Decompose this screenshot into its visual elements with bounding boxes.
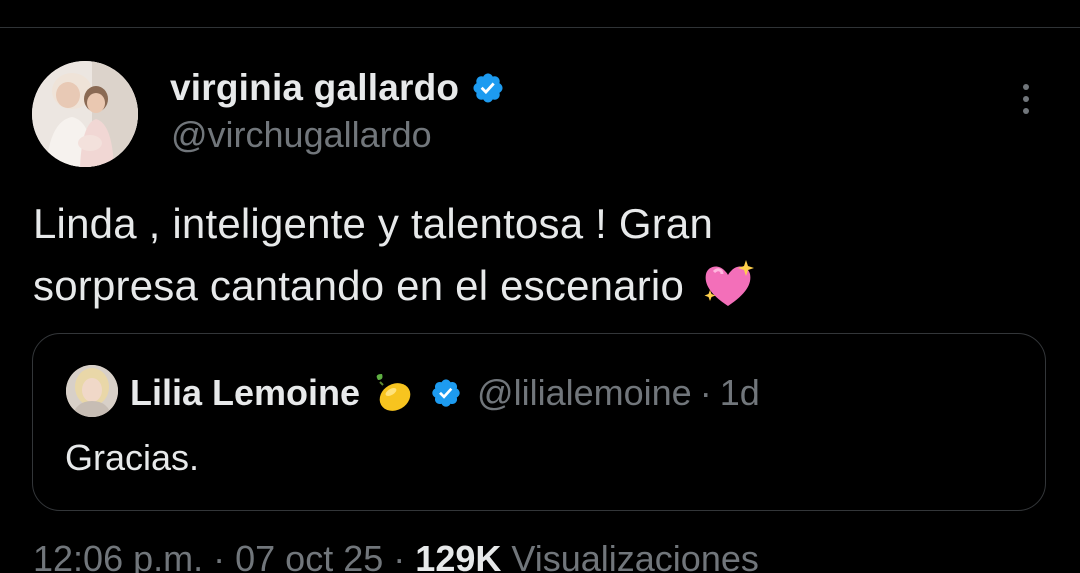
top-divider <box>0 27 1080 28</box>
more-dot-icon <box>1023 84 1029 90</box>
meta-separator: · <box>213 538 226 573</box>
avatar-photo-icon <box>32 61 138 167</box>
views-label: Visualizaciones <box>511 538 759 573</box>
more-dot-icon <box>1023 108 1029 114</box>
quoted-author-avatar[interactable] <box>66 365 118 417</box>
quoted-display-name[interactable]: Lilia Lemoine <box>130 372 360 414</box>
quoted-tweet-card[interactable]: Lilia Lemoine @lilialemoine · 1d Gracias… <box>32 333 1046 511</box>
quoted-avatar-photo-icon <box>66 365 118 417</box>
author-name-row: virginia gallardo <box>170 64 505 112</box>
more-options-button[interactable] <box>1016 84 1036 124</box>
quoted-separator: · <box>699 372 712 413</box>
tweet-time[interactable]: 12:06 p.m. <box>33 538 203 573</box>
quoted-verified-badge-icon[interactable] <box>430 377 462 409</box>
tweet-text: Linda , inteligente y talentosa ! Gran s… <box>33 193 1043 317</box>
tweet-meta: 12:06 p.m. · 07 oct 25 · 129K Visualizac… <box>33 538 759 573</box>
quoted-timestamp[interactable]: 1d <box>720 372 760 414</box>
tweet-text-line-2: sorpresa cantando en el escenario <box>33 255 1043 317</box>
author-avatar[interactable] <box>32 61 138 167</box>
author-display-name[interactable]: virginia gallardo <box>170 67 459 109</box>
verified-badge-icon[interactable] <box>471 71 505 105</box>
tweet-date[interactable]: 07 oct 25 <box>235 538 383 573</box>
view-count: 129K <box>415 538 502 573</box>
tweet-text-line-1: Linda , inteligente y talentosa ! Gran <box>33 200 714 247</box>
quoted-text: Gracias. <box>65 437 200 478</box>
quoted-handle[interactable]: @lilialemoine <box>477 372 692 414</box>
sparkling-heart-icon <box>704 260 754 306</box>
tweet-page: virginia gallardo @virchugallardo Linda … <box>0 0 1080 573</box>
meta-separator: · <box>393 538 406 573</box>
quoted-header: Lilia Lemoine @lilialemoine · 1d <box>130 370 760 416</box>
author-handle[interactable]: @virchugallardo <box>171 114 432 156</box>
more-dot-icon <box>1023 96 1029 102</box>
lemon-icon <box>376 374 411 411</box>
tweet-text-line-2-text: sorpresa cantando en el escenario <box>33 262 685 309</box>
